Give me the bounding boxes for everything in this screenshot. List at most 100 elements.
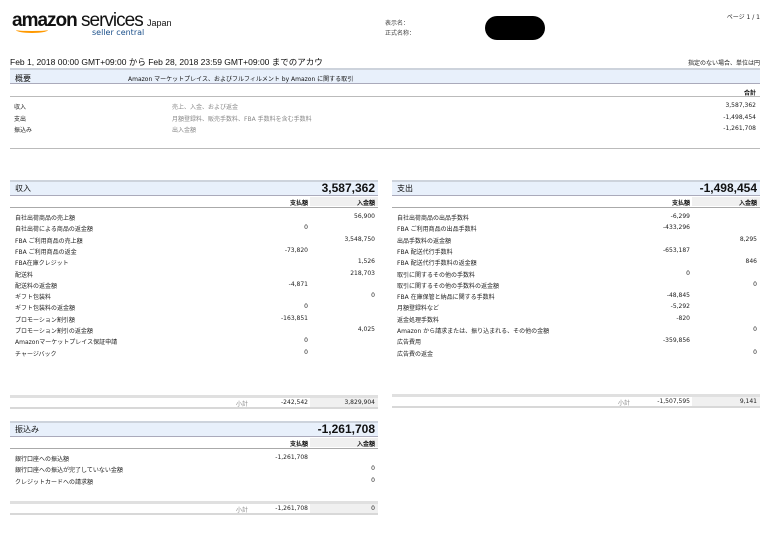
expense-row-debit: -6,299 [670, 213, 690, 220]
transfer-row-label: 銀行口座への振込額 [15, 456, 70, 463]
income-title: 収入 [15, 184, 31, 193]
expense-row-debit: -48,845 [666, 292, 690, 300]
summary-header: 概要 Amazon マーケットプレイス、およびフルフィルメント by Amazo… [10, 68, 760, 84]
divider [10, 448, 378, 449]
expense-subtotal-debit: -1,507,595 [657, 398, 690, 405]
transfer-total: -1,261,708 [317, 422, 375, 436]
summary-row-desc: 出入金額 [172, 127, 197, 134]
summary-row-label: 支出 [14, 115, 27, 123]
expense-row-credit: 8,295 [739, 235, 757, 243]
expense-row-label: 広告費用 [397, 339, 422, 347]
expense-row-credit: 0 [753, 280, 757, 288]
expense-total: -1,498,454 [699, 181, 757, 195]
transfer-subtotal-credit: 0 [371, 505, 375, 512]
expense-row-label: 取引に関するその他の手数料の返金額 [397, 282, 500, 290]
income-row-credit: 56,900 [354, 213, 375, 220]
income-row-credit: 3,548,750 [344, 235, 375, 243]
statement-period: Feb 1, 2018 00:00 GMT+09:00 から Feb 28, 2… [10, 57, 323, 67]
transfer-row-credit: 0 [371, 465, 375, 473]
transfer-credit-header: 入金額 [356, 441, 375, 448]
income-row-debit: 0 [304, 224, 308, 232]
expense-row-label: 自社出荷商品の出品手数料 [397, 215, 470, 222]
expense-row-debit: -359,856 [663, 337, 690, 345]
income-row-label: 自社出荷による商品の返金額 [15, 226, 93, 234]
income-row-credit: 1,526 [357, 258, 375, 266]
logo-seller-central: seller central [92, 28, 145, 37]
income-row-label: Amazonマーケットプレイス保証申請 [15, 339, 118, 347]
display-name-label: 表示名： [385, 20, 410, 27]
income-row-debit: 0 [304, 348, 308, 356]
expense-credit-header: 入金額 [738, 200, 757, 207]
income-row-debit: -4,871 [288, 280, 308, 288]
expense-title: 支出 [397, 184, 413, 193]
summary-description: Amazon マーケットプレイス、およびフルフィルメント by Amazon に… [128, 76, 354, 83]
income-row-credit: 218,703 [350, 269, 375, 277]
income-row-label: FBA ご利用商品の返金 [15, 248, 77, 256]
expense-row-debit: -820 [676, 314, 690, 322]
expense-row-label: FBA 配送代行手数料の返金額 [397, 260, 477, 268]
income-row-label: 配送料 [15, 271, 34, 279]
income-row-label: 自社出荷商品の売上額 [15, 215, 76, 222]
income-row-debit: 0 [304, 303, 308, 311]
expense-row-credit: 0 [753, 326, 757, 333]
income-row-credit: 0 [371, 292, 375, 300]
expense-row-debit: -5,292 [670, 303, 690, 311]
transfer-row-debit: -1,261,708 [275, 454, 308, 461]
expense-row-label: 広告費の返金 [397, 350, 434, 358]
expense-subtotal-label: 小計 [617, 400, 630, 407]
expense-row-debit: 0 [686, 269, 690, 277]
expense-row-credit: 846 [745, 258, 757, 266]
logo-japan: Japan [147, 18, 172, 28]
income-subtotal-debit: -242,542 [281, 399, 308, 406]
income-row-debit: -163,851 [281, 314, 308, 322]
divider [10, 207, 378, 208]
expense-row-label: Amazon から請求または、振り込まれる、その他の金額 [397, 328, 550, 335]
income-subtotal-credit: 3,829,904 [344, 399, 375, 406]
income-row-label: FBA ご利用商品の売上額 [15, 237, 83, 245]
transfer-row-label: 銀行口座への振込が完了していない金額 [15, 467, 123, 475]
income-row-debit: 0 [304, 337, 308, 345]
income-total: 3,587,362 [321, 181, 375, 195]
summary-row-label: 振込み [14, 127, 33, 134]
transfer-row-label: クレジットカードへの請求額 [15, 478, 94, 486]
income-row-debit: -73,820 [284, 246, 308, 254]
expense-row-credit: 0 [753, 348, 757, 356]
income-subtotal-label: 小計 [235, 401, 248, 408]
income-credit-header: 入金額 [356, 200, 375, 207]
expense-row-label: FBA 配送代行手数料 [397, 248, 453, 256]
amazon-smile-icon [16, 27, 48, 33]
legal-name-label: 正式名称： [385, 30, 416, 37]
summary-title: 概要 [15, 74, 31, 83]
expense-row-label: FBA ご利用商品の出品手数料 [397, 226, 477, 234]
summary-row-value: -1,498,454 [723, 113, 756, 121]
expense-row-label: 返金処理手数料 [397, 316, 440, 324]
summary-row-desc: 月額登録料、販売手数料、FBA 手数料を含む手数料 [172, 115, 312, 123]
income-row-label: プロモーション割引の返金額 [15, 328, 93, 335]
transfer-subtotal-credit-bg [310, 504, 378, 513]
summary-row-value: -1,261,708 [723, 125, 756, 132]
income-row-credit: 4,025 [357, 326, 375, 333]
income-debit-header: 支払額 [289, 200, 308, 207]
expense-row-label: 月額登録料など [397, 305, 440, 313]
divider [392, 207, 760, 208]
transfer-row-credit: 0 [371, 476, 375, 484]
summary-row-desc: 売上、入金、および返金 [172, 104, 239, 111]
transfer-subtotal-debit: -1,261,708 [275, 505, 308, 512]
transfer-debit-header: 支払額 [289, 441, 308, 448]
income-row-label: FBA在庫クレジット [15, 260, 69, 268]
summary-row-label: 収入 [14, 104, 27, 111]
expense-row-label: 取引に関するその他の手数料 [397, 271, 476, 279]
income-row-label: ギフト包装料 [15, 294, 52, 302]
expense-row-debit: -653,187 [663, 246, 690, 254]
page-indicator: ページ 1 / 1 [726, 14, 760, 21]
unit-note: 指定のない場合、単位は円 [687, 60, 760, 67]
expense-row-label: 出品手数料の返金額 [397, 237, 452, 245]
summary-row-value: 3,587,362 [725, 102, 756, 109]
income-row-label: ギフト包装料の返金額 [15, 305, 76, 313]
expense-row-debit: -433,296 [663, 224, 690, 232]
income-row-label: チャージバック [15, 350, 57, 358]
income-row-label: プロモーション割引額 [15, 316, 75, 324]
transfer-subtotal-label: 小計 [235, 507, 248, 514]
expense-subtotal-credit: 9,141 [739, 398, 757, 405]
income-row-label: 配送料の返金額 [15, 282, 58, 290]
